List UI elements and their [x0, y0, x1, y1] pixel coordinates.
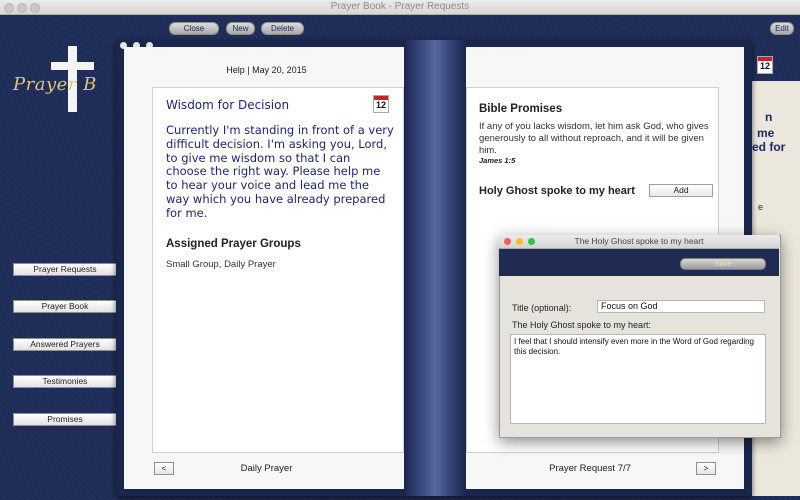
spoke-textarea[interactable]: I feel that I should intensify even more… — [510, 334, 766, 424]
groups-value: Small Group, Daily Prayer — [166, 259, 276, 270]
calendar-icon[interactable]: 12 — [373, 95, 389, 113]
dialog-close-icon[interactable] — [504, 238, 511, 245]
prayer-body: Currently I'm standing in front of a ver… — [166, 123, 394, 220]
prayer-title: Wisdom for Decision — [166, 98, 290, 112]
logo-cross-bar — [51, 62, 94, 70]
groups-heading: Assigned Prayer Groups — [166, 238, 301, 250]
delete-button[interactable]: Delete — [261, 22, 304, 35]
left-page-footer: Daily Prayer — [240, 463, 293, 474]
close-button[interactable]: Close — [169, 22, 219, 35]
bible-promises-heading: Bible Promises — [479, 103, 563, 115]
holy-ghost-heading: Holy Ghost spoke to my heart — [479, 185, 635, 197]
background-calendar-icon: 12 — [757, 56, 773, 74]
title-label: Title (optional): — [512, 303, 572, 313]
window-titlebar: Prayer Book - Prayer Requests — [0, 0, 800, 15]
dialog-minimize-icon[interactable] — [516, 238, 523, 245]
title-input[interactable] — [597, 300, 765, 313]
minimize-window-icon[interactable] — [17, 3, 27, 13]
close-window-icon[interactable] — [4, 3, 14, 13]
background-text-line: e — [758, 202, 764, 212]
page-header: Help | May 20, 2015 — [226, 65, 307, 75]
background-text-line: n — [765, 110, 773, 124]
dialog-zoom-icon[interactable] — [528, 238, 535, 245]
sidebar-item-answered-prayers[interactable]: Answered Prayers — [13, 338, 117, 351]
bible-reference: James 1:5 — [479, 156, 516, 165]
sidebar-item-promises[interactable]: Promises — [13, 413, 117, 426]
zoom-window-icon[interactable] — [30, 3, 40, 13]
next-page-button[interactable]: > — [696, 462, 716, 475]
bible-promise-text: If any of you lacks wisdom, let him ask … — [479, 121, 709, 157]
sidebar-item-testimonies[interactable]: Testimonies — [13, 375, 117, 388]
background-text-line: me — [757, 126, 775, 140]
save-button[interactable]: Save — [680, 258, 766, 270]
edit-button[interactable]: Edit — [770, 22, 794, 35]
sidebar-item-prayer-requests[interactable]: Prayer Requests — [13, 263, 117, 276]
add-button[interactable]: Add — [649, 184, 713, 197]
spoke-label: The Holy Ghost spoke to my heart: — [512, 320, 652, 330]
logo-text: Prayer B — [13, 74, 97, 95]
window-title: Prayer Book - Prayer Requests — [330, 1, 470, 12]
dialog-title: The Holy Ghost spoke to my heart — [574, 236, 704, 246]
new-button[interactable]: New — [226, 22, 255, 35]
background-text-line: ed for — [752, 140, 786, 154]
sidebar-item-prayer-book[interactable]: Prayer Book — [13, 300, 117, 313]
dialog-titlebar: The Holy Ghost spoke to my heart — [499, 235, 779, 249]
book-spine — [404, 40, 466, 496]
